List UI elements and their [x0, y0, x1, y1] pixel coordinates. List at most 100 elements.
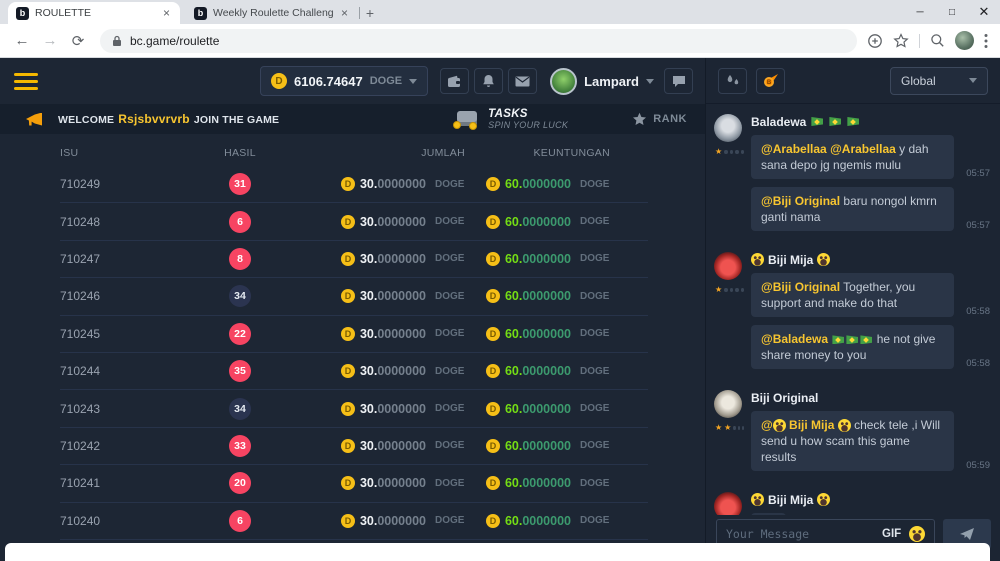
table-row[interactable]: 71024931D30.0000000DOGED60.0000000DOGE [60, 166, 648, 203]
amount-value: 60.0000000 [505, 476, 571, 490]
amount-currency: DOGE [435, 216, 465, 227]
minimize-button[interactable]: ─ [904, 0, 936, 24]
svg-text:B: B [767, 80, 772, 86]
doge-coin-icon: D [486, 327, 500, 341]
close-button[interactable]: ✕ [968, 0, 1000, 24]
mention[interactable]: @ Biji Mija [761, 418, 851, 432]
avatar[interactable] [714, 252, 742, 280]
back-button[interactable]: ← [10, 29, 34, 53]
balance-selector[interactable]: D 6106.74647 DOGE [260, 66, 428, 96]
grin-emoji-icon [817, 493, 830, 506]
chat-bubble-row: @ Biji Mija check tele ,i Will send u ho… [751, 411, 990, 471]
mention[interactable]: @Biji Original [761, 194, 840, 208]
menu-dots-icon[interactable] [984, 33, 988, 49]
table-row[interactable]: 7102486D30.0000000DOGED60.0000000DOGE [60, 203, 648, 240]
window-controls: ─ □ ✕ [904, 0, 1000, 24]
result-badge: 22 [229, 323, 251, 345]
reload-button[interactable]: ⟳ [66, 29, 90, 53]
profile-avatar[interactable] [955, 31, 974, 50]
round-id: 710243 [60, 402, 160, 416]
amount-currency: DOGE [580, 515, 610, 526]
maximize-button[interactable]: □ [936, 0, 968, 24]
bet-amount-cell: D30.0000000DOGE [320, 252, 465, 266]
bet-amount-cell: D30.0000000DOGE [320, 215, 465, 229]
grin-emoji-icon [751, 493, 764, 506]
chat-message-group: ★Baladewa@Arabellaa @Arabellaa y dah san… [714, 114, 990, 239]
chat-bubble[interactable]: @Biji Original Together, you support and… [751, 273, 954, 317]
doge-coin-icon: D [341, 476, 355, 490]
zoom-plus-icon[interactable] [867, 33, 883, 49]
table-row[interactable]: 71024120D30.0000000DOGED60.0000000DOGE [60, 465, 648, 502]
amount-currency: DOGE [435, 328, 465, 339]
tasks-subtitle: SPIN YOUR LUCK [488, 120, 568, 130]
address-bar[interactable]: bc.game/roulette [100, 29, 857, 53]
mention[interactable]: @Baladewa [761, 332, 828, 346]
avatar[interactable] [714, 114, 742, 142]
chat-message-column: Biji MijaOk05:59 [751, 492, 990, 515]
tab-close-icon[interactable]: × [339, 6, 350, 20]
round-id: 710244 [60, 364, 160, 378]
chat-bubble[interactable]: @Biji Original baru nongol kmrn ganti na… [751, 187, 954, 231]
menu-hamburger-icon[interactable] [14, 73, 38, 90]
notifications-button[interactable] [474, 68, 503, 94]
tab-roulette[interactable]: b ROULETTE × [8, 2, 180, 24]
round-id: 710246 [60, 289, 160, 303]
amount-value: 30.0000000 [360, 364, 426, 378]
doge-coin-icon: D [486, 439, 500, 453]
profit-amount-cell: D60.0000000DOGE [465, 402, 610, 416]
chat-toggle-button[interactable] [664, 68, 693, 94]
user-menu[interactable]: Lampard [550, 68, 654, 95]
tab-weekly-challenge[interactable]: b Weekly Roulette Challenge - Win × [186, 2, 358, 24]
megaphone-icon [26, 113, 42, 126]
bell-icon [482, 74, 495, 88]
gif-button[interactable]: GIF [882, 528, 901, 540]
bookmark-star-icon[interactable] [893, 33, 909, 49]
table-row[interactable]: 71024634D30.0000000DOGED60.0000000DOGE [60, 278, 648, 315]
avatar[interactable] [714, 492, 742, 515]
tasks-widget[interactable]: TASKS SPIN YOUR LUCK [453, 108, 568, 130]
amount-currency: DOGE [580, 366, 610, 377]
emoji-picker-icon[interactable] [909, 526, 925, 542]
bcgame-favicon-icon: b [194, 7, 207, 20]
amount-currency: DOGE [580, 216, 610, 227]
avatar[interactable] [714, 390, 742, 418]
table-row[interactable]: 71024522D30.0000000DOGED60.0000000DOGE [60, 316, 648, 353]
result-badge: 6 [229, 510, 251, 532]
chat-message-group: ★Biji MijaOk05:59 [714, 492, 990, 515]
table-row[interactable]: 7102478D30.0000000DOGED60.0000000DOGE [60, 241, 648, 278]
column-header-hasil: HASIL [160, 147, 320, 159]
mention[interactable]: @Biji Original [761, 280, 840, 294]
forward-button[interactable]: → [38, 29, 62, 53]
chat-bubble[interactable]: @Baladewa he not give share money to you [751, 325, 954, 369]
new-tab-button[interactable]: + [358, 2, 382, 24]
column-header-jumlah: JUMLAH [320, 147, 465, 159]
rating-dot-icon [735, 288, 738, 292]
announcement-username: Rsjsbvvrvrb [118, 112, 190, 126]
rank-widget[interactable]: RANK [632, 112, 687, 126]
mention[interactable]: @Arabellaa [761, 142, 827, 156]
chat-channel-select[interactable]: Global [890, 67, 988, 95]
messages-button[interactable] [508, 68, 537, 94]
table-row[interactable]: 71024435D30.0000000DOGED60.0000000DOGE [60, 353, 648, 390]
chat-message-input[interactable] [726, 527, 874, 541]
wallet-button[interactable] [440, 68, 469, 94]
tab-close-icon[interactable]: × [161, 6, 172, 20]
wallet-icon [447, 75, 462, 88]
mention[interactable]: @Arabellaa [830, 142, 896, 156]
table-row[interactable]: 71024334D30.0000000DOGED60.0000000DOGE [60, 390, 648, 427]
rain-button[interactable] [718, 68, 747, 94]
round-id: 710241 [60, 476, 160, 490]
coindrop-button[interactable]: B [756, 68, 785, 94]
chat-bubble[interactable]: @Arabellaa @Arabellaa y dah sana depo jg… [751, 135, 954, 179]
amount-currency: DOGE [435, 440, 465, 451]
table-row[interactable]: 71024233D30.0000000DOGED60.0000000DOGE [60, 428, 648, 465]
table-row[interactable]: 7102406D30.0000000DOGED60.0000000DOGE [60, 503, 648, 540]
star-icon: ★ [715, 424, 722, 432]
chat-bubble[interactable]: @ Biji Mija check tele ,i Will send u ho… [751, 411, 954, 471]
chat-header: B Global [706, 58, 1000, 104]
round-id: 710245 [60, 327, 160, 341]
amount-currency: DOGE [580, 478, 610, 489]
chat-username: Baladewa [751, 114, 990, 129]
search-icon[interactable] [930, 33, 945, 48]
toolbar-divider [919, 34, 920, 48]
